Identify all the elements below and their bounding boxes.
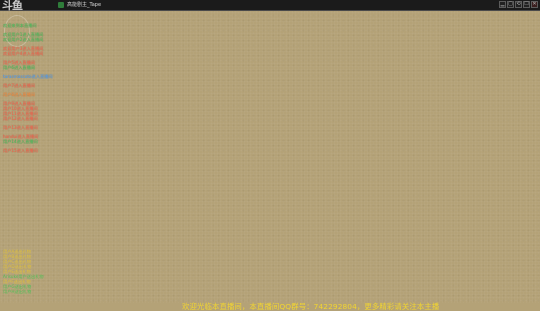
refresh-icon[interactable]: ⟲ bbox=[515, 1, 522, 8]
window-titlebar: 斗鱼 高能剧主_Tape ▁ ▢ ⟲ ☐ ✕ bbox=[0, 0, 540, 11]
window-title: 高能剧主_Tape bbox=[67, 2, 102, 8]
gift-feed-list: 用户A送出礼物 用户B送出礼物 用户C送出礼物 用户D送出礼物 用户E送出礼物 Arisu… bbox=[3, 249, 103, 294]
window-controls: ▁ ▢ ⟲ ☐ ✕ bbox=[499, 1, 538, 8]
minimize-button[interactable]: ▁ bbox=[499, 1, 506, 8]
restore-button[interactable]: ▢ bbox=[507, 1, 514, 8]
chat-message-list: 欢迎来到本直播间 欢迎用户1进入直播间 欢迎用户2进入直播间 欢迎用户3进入直播间 欢迎… bbox=[3, 23, 113, 153]
maximize-button[interactable]: ☐ bbox=[523, 1, 530, 8]
scrolling-notice: 欢迎光临本直播间，本直播间QQ群号：742292804，更多精彩请关注本主播 bbox=[182, 302, 440, 311]
app-logo: 斗鱼 bbox=[2, 0, 23, 12]
close-button[interactable]: ✕ bbox=[531, 1, 538, 8]
gift-feed-item: 用户H送出礼物 bbox=[3, 289, 32, 294]
chat-message: 用户15进入直播间 bbox=[3, 148, 38, 153]
app-icon bbox=[58, 2, 64, 8]
live-video-area: 欢迎来到本直播间 欢迎用户1进入直播间 欢迎用户2进入直播间 欢迎用户3进入直播间 欢迎… bbox=[0, 11, 540, 311]
